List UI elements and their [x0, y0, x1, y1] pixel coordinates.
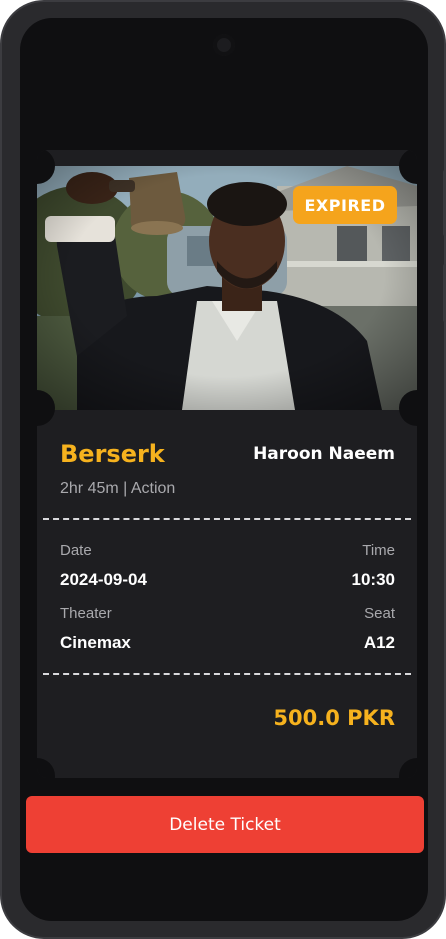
screen: EXPIRED Berserk Haroon Naeem 2hr 45m | A… [20, 18, 428, 921]
dashed-divider [43, 518, 411, 520]
theater-label: Theater [60, 605, 112, 622]
ticket-notch [37, 758, 55, 778]
date-value: 2024-09-04 [60, 570, 147, 589]
dashed-divider [43, 673, 411, 675]
time-label: Time [362, 542, 395, 559]
delete-ticket-button[interactable]: Delete Ticket [26, 796, 424, 853]
ticket-card: EXPIRED Berserk Haroon Naeem 2hr 45m | A… [37, 150, 417, 778]
user-name: Haroon Naeem [253, 444, 395, 464]
movie-title: Berserk [60, 440, 165, 468]
expired-badge: EXPIRED [293, 186, 397, 224]
seat-value: A12 [363, 633, 395, 652]
time-value: 10:30 [351, 570, 395, 589]
ticket-notch [399, 758, 417, 778]
seat-label: Seat [364, 605, 395, 622]
movie-poster: EXPIRED [37, 166, 417, 410]
phone-frame: EXPIRED Berserk Haroon Naeem 2hr 45m | A… [0, 0, 446, 939]
movie-meta: 2hr 45m | Action [60, 480, 176, 497]
ticket-price: 500.0 PKR [273, 706, 395, 730]
theater-value: Cinemax [60, 633, 131, 652]
front-camera [213, 34, 235, 56]
date-label: Date [60, 542, 92, 559]
